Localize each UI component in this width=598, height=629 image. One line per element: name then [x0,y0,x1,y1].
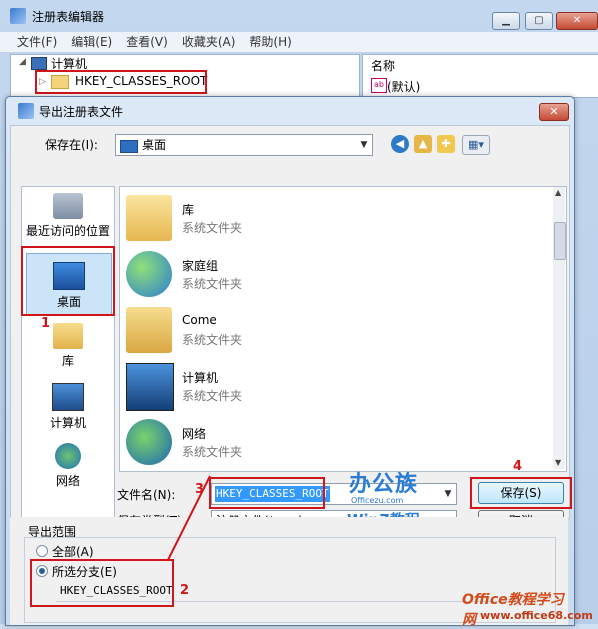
connector-3-to-2 [167,475,211,561]
annotation-connectors [167,475,211,561]
